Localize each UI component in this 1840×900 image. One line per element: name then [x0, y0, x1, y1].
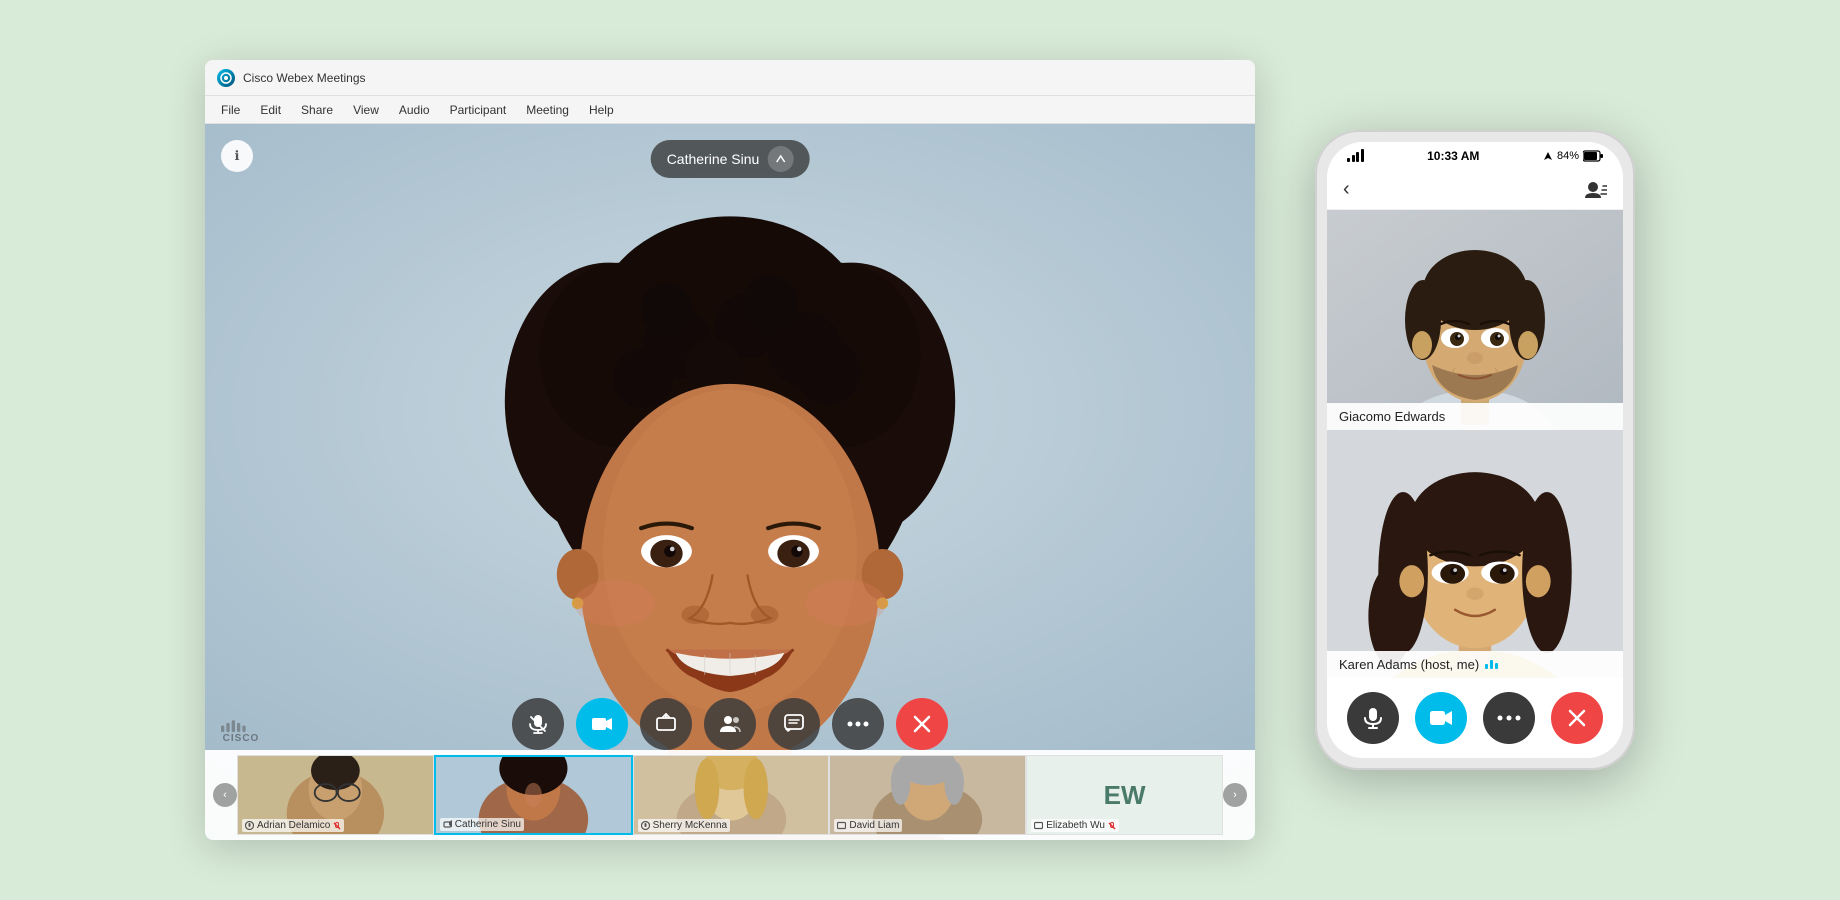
- karen-name: Karen Adams (host, me): [1327, 651, 1623, 678]
- chat-button[interactable]: [768, 698, 820, 750]
- title-bar: Cisco Webex Meetings: [205, 60, 1255, 96]
- window-title: Cisco Webex Meetings: [243, 71, 366, 85]
- battery-percent: 84%: [1557, 150, 1579, 162]
- main-video-bg: ℹ Catherine Sinu: [205, 124, 1255, 840]
- thumbnail-catherine[interactable]: Catherine Sinu: [434, 755, 633, 835]
- share-screen-button[interactable]: [640, 698, 692, 750]
- muted-icon-adrian: [333, 822, 341, 830]
- thumbnail-label-catherine: Catherine Sinu: [440, 818, 524, 831]
- control-bar: [512, 698, 948, 750]
- karen-video: [1327, 430, 1623, 678]
- desktop-window: Cisco Webex Meetings File Edit Share Vie…: [205, 60, 1255, 840]
- phone-video-button[interactable]: [1415, 692, 1467, 744]
- thumbnail-label-david: David Liam: [834, 819, 902, 832]
- phone-end-call-button[interactable]: [1551, 692, 1603, 744]
- giacomo-video: [1327, 210, 1623, 430]
- speaking-indicator: [1485, 660, 1498, 669]
- participants-button[interactable]: [704, 698, 756, 750]
- phone-more-button[interactable]: [1483, 692, 1535, 744]
- muted-icon-elizabeth: [1108, 822, 1116, 830]
- phone-video-giacomo: Giacomo Edwards: [1327, 210, 1623, 430]
- battery-icon: [1583, 150, 1603, 162]
- menu-view[interactable]: View: [345, 101, 387, 119]
- phone-mute-button[interactable]: [1347, 692, 1399, 744]
- menu-meeting[interactable]: Meeting: [518, 101, 577, 119]
- back-button[interactable]: ‹: [1343, 178, 1350, 201]
- main-video-area: ℹ Catherine Sinu: [205, 124, 1255, 840]
- menu-audio[interactable]: Audio: [391, 101, 438, 119]
- thumbnail-adrian[interactable]: Adrian Delamico: [237, 755, 434, 835]
- speaker-name: Catherine Sinu: [667, 151, 760, 167]
- thumbnail-label-sherry: Sherry McKenna: [638, 819, 730, 832]
- thumbnail-label-elizabeth: Elizabeth Wu: [1031, 819, 1119, 832]
- status-icons: 84%: [1543, 150, 1603, 162]
- next-participant-button[interactable]: ›: [1223, 783, 1247, 807]
- phone-control-bar: [1327, 678, 1623, 758]
- thumbnail-david[interactable]: David Liam: [829, 755, 1026, 835]
- signal-strength-icon: [1347, 150, 1364, 162]
- thumbnail-sherry[interactable]: Sherry McKenna: [633, 755, 830, 835]
- menu-share[interactable]: Share: [293, 101, 341, 119]
- menu-file[interactable]: File: [213, 101, 248, 119]
- giacomo-name: Giacomo Edwards: [1327, 403, 1623, 430]
- info-button[interactable]: ℹ: [221, 140, 253, 172]
- phone-content: Giacomo Edwards: [1327, 210, 1623, 678]
- phone-screen: 10:33 AM 84% ‹: [1327, 142, 1623, 758]
- cisco-logo-icon: [217, 69, 235, 87]
- scene: Cisco Webex Meetings File Edit Share Vie…: [165, 20, 1675, 880]
- thumbnail-label-adrian: Adrian Delamico: [242, 819, 344, 832]
- menu-bar: File Edit Share View Audio Participant M…: [205, 96, 1255, 124]
- menu-participant[interactable]: Participant: [442, 101, 515, 119]
- phone-status-bar: 10:33 AM 84%: [1327, 142, 1623, 170]
- cisco-brand-logo: CISCO: [221, 718, 261, 744]
- phone-device: 10:33 AM 84% ‹: [1315, 130, 1635, 770]
- name-tag-arrow-icon: [767, 146, 793, 172]
- cisco-text: CISCO: [223, 733, 260, 744]
- menu-help[interactable]: Help: [581, 101, 622, 119]
- status-time: 10:33 AM: [1427, 149, 1479, 163]
- thumbnail-elizabeth[interactable]: EW Elizabeth Wu: [1026, 755, 1223, 835]
- more-options-button[interactable]: [832, 698, 884, 750]
- phone-video-karen: Karen Adams (host, me): [1327, 430, 1623, 678]
- speaker-name-tag: Catherine Sinu: [651, 140, 810, 178]
- prev-participant-button[interactable]: ‹: [213, 783, 237, 807]
- participant-list-button[interactable]: [1585, 181, 1607, 199]
- mute-button[interactable]: [512, 698, 564, 750]
- phone-nav-bar: ‹: [1327, 170, 1623, 210]
- end-call-button[interactable]: [896, 698, 948, 750]
- video-button[interactable]: [576, 698, 628, 750]
- thumbnail-strip: ‹: [205, 750, 1255, 840]
- menu-edit[interactable]: Edit: [252, 101, 289, 119]
- wifi-icon: [1543, 150, 1553, 162]
